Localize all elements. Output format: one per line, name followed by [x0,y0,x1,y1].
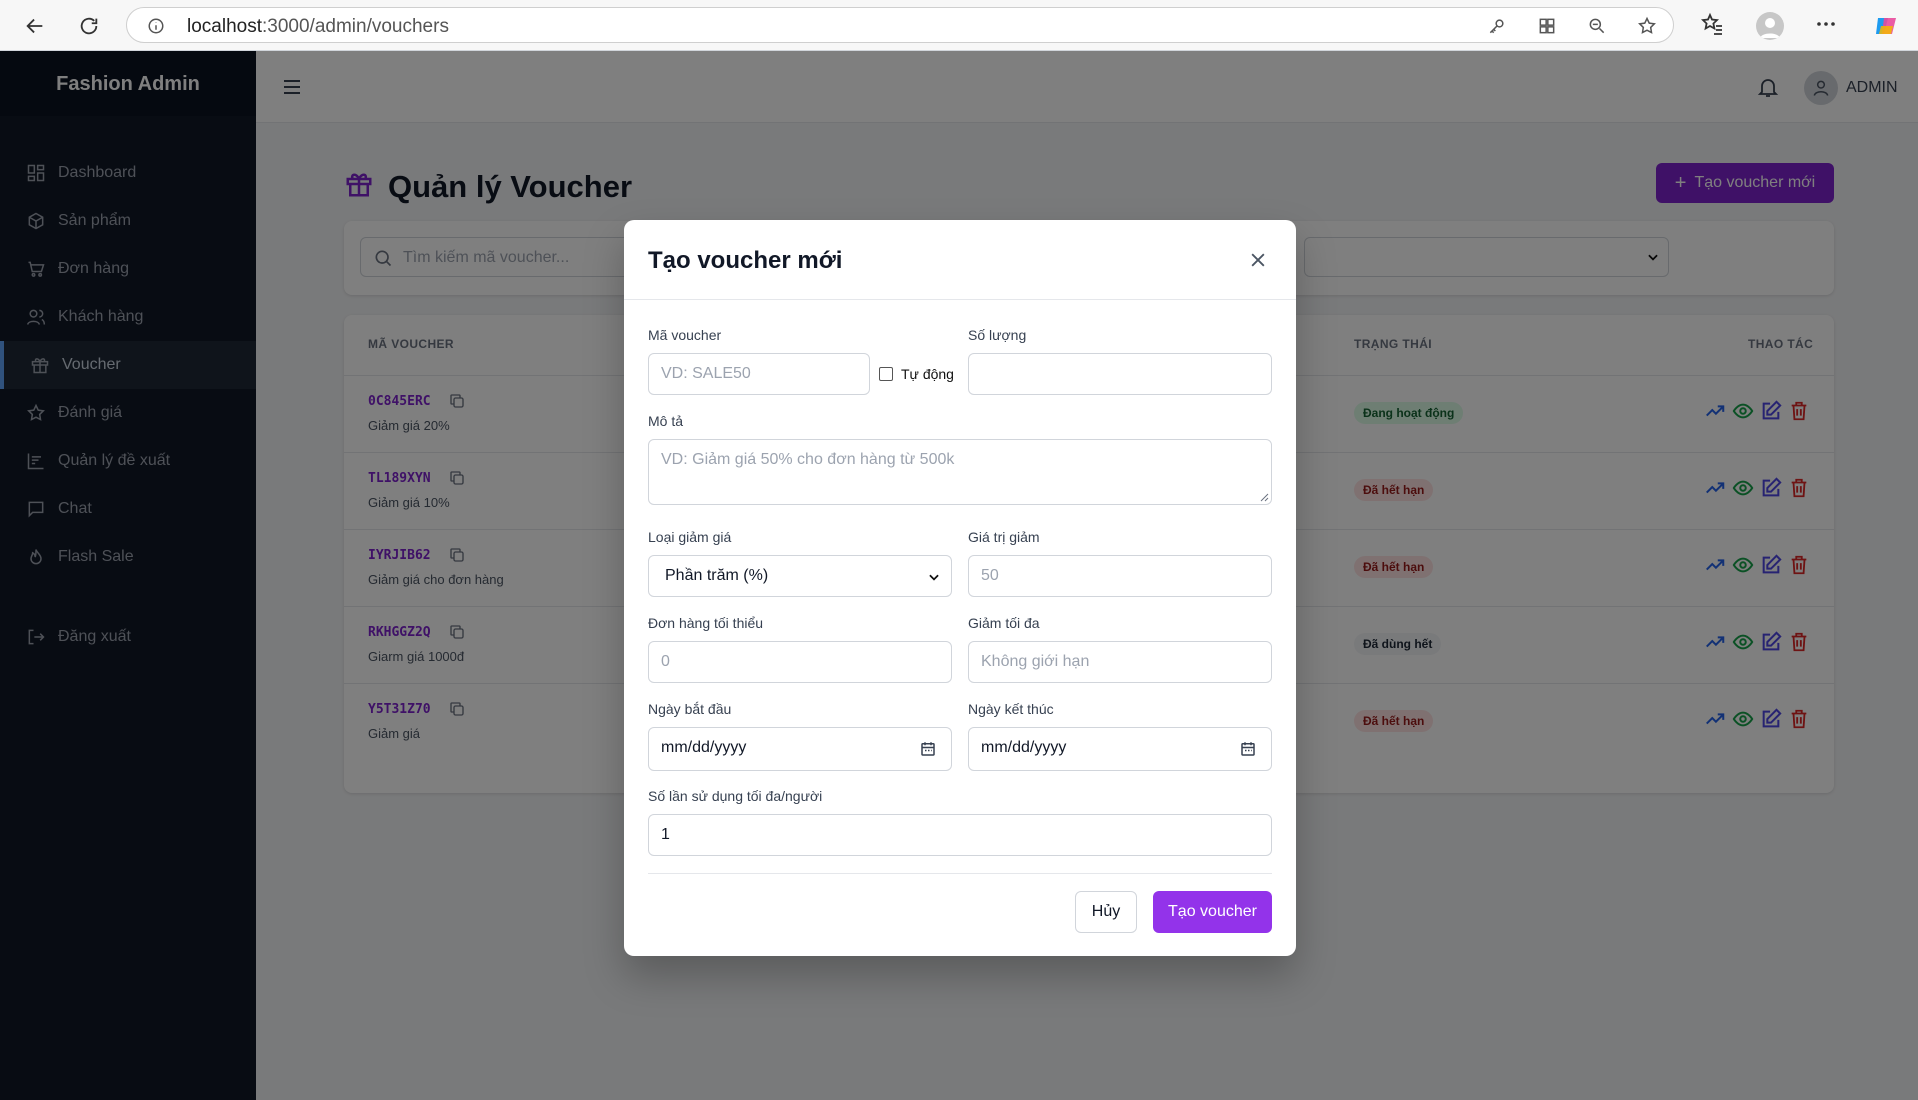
quantity-label: Số lượng [968,327,1027,343]
code-label: Mã voucher [648,327,722,343]
site-info-icon[interactable] [147,17,165,35]
copilot-icon[interactable] [1872,12,1900,40]
min-order-input[interactable]: 0 [648,641,952,683]
end-date-label: Ngày kết thúc [968,701,1054,717]
max-discount-label: Giảm tối đa [968,615,1040,631]
discount-type-label: Loại giảm giá [648,529,732,545]
modal-header: Tạo voucher mới [624,220,1296,300]
apps-icon[interactable] [1537,16,1559,38]
zoom-out-icon[interactable] [1587,16,1609,38]
start-date-label: Ngày bắt đầu [648,701,732,717]
create-voucher-modal: Tạo voucher mới Mã voucher VD: SALE50 Tự… [624,220,1296,956]
calendar-icon[interactable] [919,740,937,758]
url-text: localhost:3000/admin/vouchers [187,16,449,38]
back-icon[interactable] [20,11,50,41]
quantity-input[interactable] [968,353,1272,395]
voucher-code-input[interactable]: VD: SALE50 [648,353,870,395]
description-placeholder: VD: Giảm giá 50% cho đơn hàng từ 500k [661,451,955,468]
discount-type-select[interactable]: Phần trăm (%) [648,555,952,597]
end-date-input[interactable]: mm/dd/yyyy [968,727,1272,771]
start-date-input[interactable]: mm/dd/yyyy [648,727,952,771]
browser-toolbar: localhost:3000/admin/vouchers [0,0,1918,51]
profile-icon[interactable] [1756,12,1784,40]
address-bar[interactable]: localhost:3000/admin/vouchers [126,7,1674,43]
discount-value-input[interactable]: 50 [968,555,1272,597]
discount-value-label: Giá trị giảm [968,529,1040,545]
cancel-button[interactable]: Hủy [1075,891,1137,933]
reload-icon[interactable] [74,11,104,41]
start-date-placeholder: mm/dd/yyyy [661,739,747,756]
calendar-icon[interactable] [1239,740,1257,758]
end-date-placeholder: mm/dd/yyyy [981,739,1067,756]
footer-divider [648,873,1272,874]
key-icon[interactable] [1487,16,1509,38]
auto-generate-checkbox[interactable]: Tự động [879,366,954,382]
url-path: :3000/admin/vouchers [262,16,449,37]
description-label: Mô tả [648,413,684,429]
per-user-limit-input[interactable]: 1 [648,814,1272,856]
favorites-icon[interactable] [1700,12,1728,40]
more-icon[interactable] [1814,12,1842,40]
min-order-label: Đơn hàng tối thiểu [648,615,764,631]
modal-title: Tạo voucher mới [648,247,843,274]
chevron-down-icon [927,570,941,584]
per-user-limit-label: Số lần sử dụng tối đa/người [648,788,823,804]
description-textarea[interactable]: VD: Giảm giá 50% cho đơn hàng từ 500k [648,439,1272,505]
close-icon[interactable] [1248,250,1268,270]
favorite-star-icon[interactable] [1637,16,1659,38]
discount-type-value: Phần trăm (%) [665,567,769,584]
resize-handle-icon[interactable] [1259,492,1269,502]
auto-generate-label: Tự động [901,366,954,382]
checkbox-box[interactable] [879,367,893,381]
max-discount-input[interactable]: Không giới hạn [968,641,1272,683]
create-voucher-submit-button[interactable]: Tạo voucher [1153,891,1272,933]
url-host: localhost [187,16,262,37]
